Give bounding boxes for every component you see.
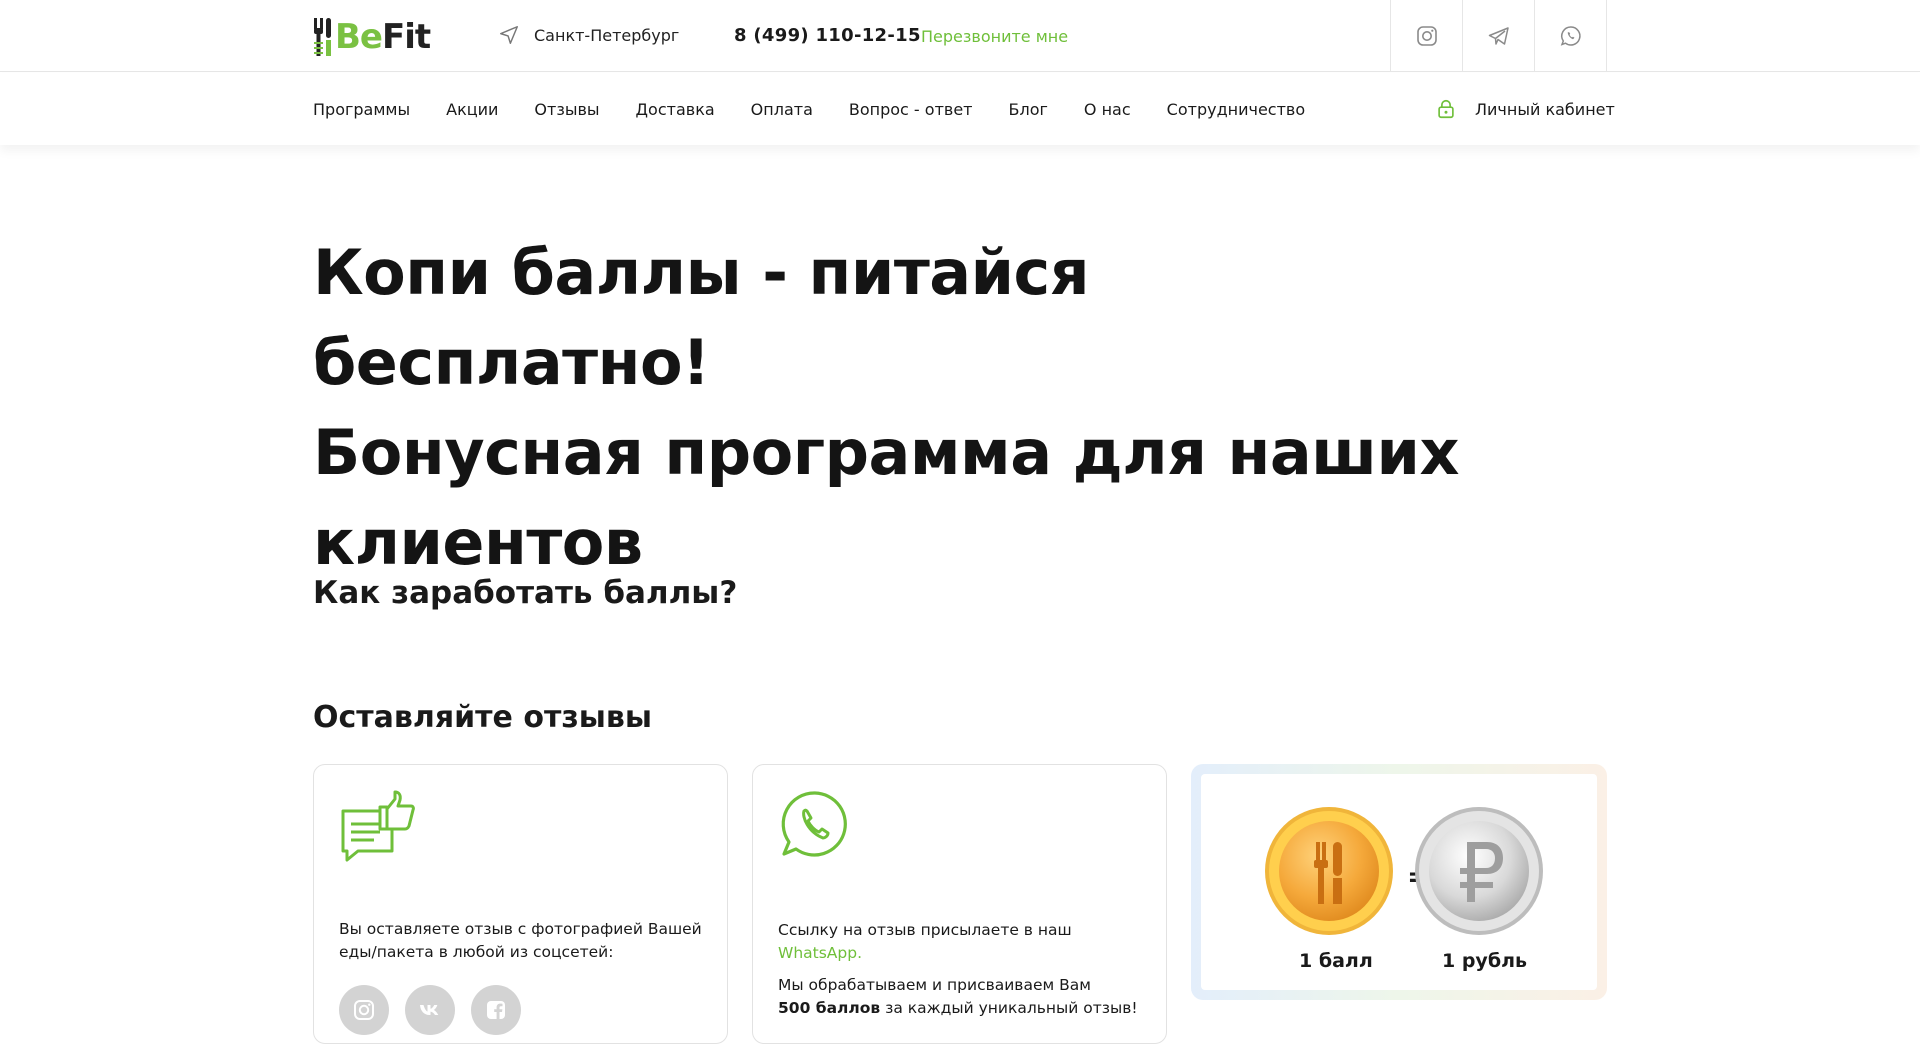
facebook-icon bbox=[487, 1001, 505, 1019]
title-line-1: Копи баллы - питайся бесплатно! bbox=[313, 236, 1090, 399]
page-title: Копи баллы - питайся бесплатно! Бонусная… bbox=[313, 228, 1463, 588]
whatsapp-text-before: Ссылку на отзыв присылаете в наш bbox=[778, 921, 1072, 939]
exchange-rate-card: = 1 балл 1 рубль bbox=[1191, 764, 1607, 1000]
title-line-3: клиентов bbox=[313, 506, 643, 579]
exchange-rate-inner: = 1 балл 1 рубль bbox=[1201, 774, 1597, 990]
review-card: Вы оставляете отзыв с фотографией Вашей … bbox=[313, 764, 728, 1044]
leave-reviews-heading: Оставляйте отзывы bbox=[313, 700, 653, 735]
nav-item-promotions[interactable]: Акции bbox=[446, 100, 498, 119]
review-socials bbox=[339, 985, 521, 1035]
nav-item-programs[interactable]: Программы bbox=[313, 100, 410, 119]
nav-item-blog[interactable]: Блог bbox=[1009, 100, 1048, 119]
whatsapp-icon bbox=[779, 789, 851, 865]
coins-illustration: = bbox=[1265, 807, 1543, 935]
review-vk-button[interactable] bbox=[405, 985, 455, 1035]
telegram-icon bbox=[1488, 27, 1509, 45]
lock-icon bbox=[1438, 99, 1454, 119]
title-line-2: Бонусная программа для наших bbox=[313, 416, 1459, 489]
location-arrow-icon bbox=[500, 26, 518, 44]
nav-item-faq[interactable]: Вопрос - ответ bbox=[849, 100, 973, 119]
review-card-text: Вы оставляете отзыв с фотографией Вашей … bbox=[339, 920, 702, 961]
account-link[interactable]: Личный кабинет bbox=[1435, 73, 1615, 145]
whatsapp-link[interactable]: WhatsApp. bbox=[778, 944, 862, 962]
header-socials bbox=[1390, 0, 1607, 72]
fork-logo-icon bbox=[313, 16, 333, 58]
points-text-before: Мы обрабатываем и присваиваем Вам bbox=[778, 976, 1091, 994]
points-amount: 500 баллов bbox=[778, 999, 881, 1017]
nav-item-payment[interactable]: Оплата bbox=[751, 100, 813, 119]
point-coin-icon bbox=[1265, 807, 1393, 935]
vk-icon bbox=[420, 1005, 439, 1015]
header-telegram-button[interactable] bbox=[1463, 0, 1535, 72]
nav-list: Программы Акции Отзывы Доставка Оплата В… bbox=[313, 73, 1305, 145]
points-award-text: Мы обрабатываем и присваиваем Вам 500 бал… bbox=[778, 974, 1148, 1020]
city-label: Санкт-Петербург bbox=[534, 25, 680, 45]
callback-link[interactable]: Перезвоните мне bbox=[921, 27, 1068, 46]
nav-item-reviews[interactable]: Отзывы bbox=[534, 100, 599, 119]
points-text-after: за каждый уникальный отзыв! bbox=[880, 999, 1138, 1017]
nav-item-partnership[interactable]: Сотрудничество bbox=[1167, 100, 1305, 119]
point-label: 1 балл bbox=[1299, 950, 1373, 972]
befit-logo[interactable]: BeFit bbox=[313, 16, 431, 58]
whatsapp-card-text: Ссылку на отзыв присылаете в наш WhatsAp… bbox=[778, 919, 1148, 965]
nav-item-delivery[interactable]: Доставка bbox=[636, 100, 715, 119]
whatsapp-icon bbox=[1560, 26, 1581, 46]
header-whatsapp-button[interactable] bbox=[1535, 0, 1607, 72]
header-instagram-button[interactable] bbox=[1391, 0, 1463, 72]
how-to-earn-heading: Как заработать баллы? bbox=[313, 575, 738, 611]
account-label: Личный кабинет bbox=[1475, 99, 1615, 119]
review-instagram-button[interactable] bbox=[339, 985, 389, 1035]
city-selector[interactable]: Санкт-Петербург bbox=[498, 24, 679, 46]
phone-number[interactable]: 8 (499) 110-12-15 bbox=[734, 25, 921, 46]
main-nav: Программы Акции Отзывы Доставка Оплата В… bbox=[0, 73, 1920, 145]
ruble-coin-icon bbox=[1415, 807, 1543, 935]
top-bar: BeFit Санкт-Петербург 8 (499) 110-12-15 … bbox=[0, 0, 1920, 72]
logo-text: BeFit bbox=[335, 17, 431, 57]
logo-fit: Fit bbox=[381, 17, 431, 57]
ruble-label: 1 рубль bbox=[1442, 950, 1528, 972]
review-facebook-button[interactable] bbox=[471, 985, 521, 1035]
logo-be: Be bbox=[335, 17, 383, 57]
instagram-icon bbox=[354, 1000, 374, 1020]
chat-thumb-icon bbox=[340, 789, 416, 869]
instagram-icon bbox=[1416, 26, 1437, 46]
nav-item-about[interactable]: О нас bbox=[1084, 100, 1131, 119]
whatsapp-card: Ссылку на отзыв присылаете в наш WhatsAp… bbox=[752, 764, 1167, 1044]
